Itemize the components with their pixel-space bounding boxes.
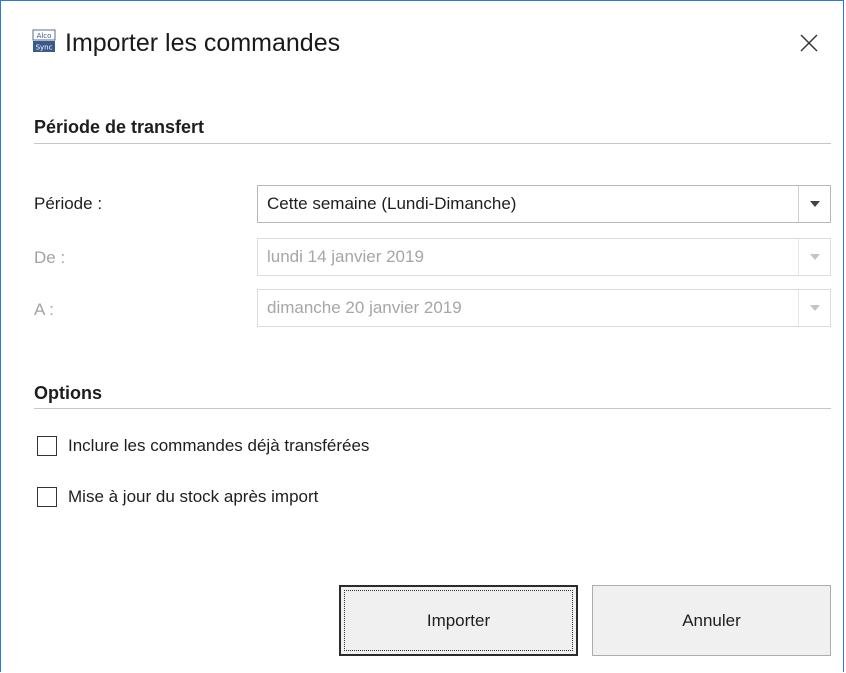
a-value: dimanche 20 janvier 2019 bbox=[267, 298, 462, 317]
periode-value: Cette semaine (Lundi-Dimanche) bbox=[267, 194, 517, 213]
cancel-button-label: Annuler bbox=[682, 610, 741, 630]
cancel-button[interactable]: Annuler bbox=[592, 585, 831, 656]
de-value: lundi 14 janvier 2019 bbox=[267, 247, 424, 266]
a-date-picker[interactable]: dimanche 20 janvier 2019 bbox=[257, 289, 831, 327]
periode-label: Période : bbox=[34, 194, 103, 213]
period-section-title: Période de transfert bbox=[34, 117, 205, 137]
a-label: A : bbox=[34, 300, 54, 319]
periode-dropdown-button[interactable] bbox=[798, 186, 830, 222]
include-transferred-checkbox[interactable] bbox=[37, 436, 57, 456]
svg-text:Sync: Sync bbox=[36, 44, 53, 52]
de-dropdown-button[interactable] bbox=[798, 239, 830, 275]
include-transferred-option[interactable]: Inclure les commandes déjà transférées bbox=[37, 433, 369, 459]
import-button[interactable]: Importer bbox=[339, 585, 578, 656]
periode-combobox[interactable]: Cette semaine (Lundi-Dimanche) bbox=[257, 185, 831, 223]
options-section-title: Options bbox=[34, 383, 102, 403]
options-section-divider bbox=[34, 408, 831, 409]
de-date-picker[interactable]: lundi 14 janvier 2019 bbox=[257, 238, 831, 276]
update-stock-checkbox[interactable] bbox=[37, 487, 57, 507]
import-orders-dialog: Alco Sync Importer les commandes Période… bbox=[0, 0, 844, 672]
title-bar[interactable]: Alco Sync Importer les commandes bbox=[1, 1, 843, 87]
alcoo-sync-icon: Alco Sync bbox=[32, 29, 56, 52]
de-label: De : bbox=[34, 248, 66, 267]
chevron-down-icon bbox=[809, 201, 820, 207]
update-stock-option[interactable]: Mise à jour du stock après import bbox=[37, 484, 318, 510]
chevron-down-icon bbox=[809, 254, 820, 260]
window-title: Importer les commandes bbox=[65, 29, 341, 57]
focus-rectangle bbox=[344, 590, 573, 651]
close-button[interactable] bbox=[789, 23, 829, 63]
a-dropdown-button[interactable] bbox=[798, 290, 830, 326]
include-transferred-label: Inclure les commandes déjà transférées bbox=[68, 436, 370, 455]
period-section-divider bbox=[34, 143, 831, 144]
update-stock-label: Mise à jour du stock après import bbox=[68, 487, 319, 506]
close-icon bbox=[800, 34, 818, 52]
svg-text:Alco: Alco bbox=[37, 32, 52, 40]
chevron-down-icon bbox=[809, 305, 820, 311]
